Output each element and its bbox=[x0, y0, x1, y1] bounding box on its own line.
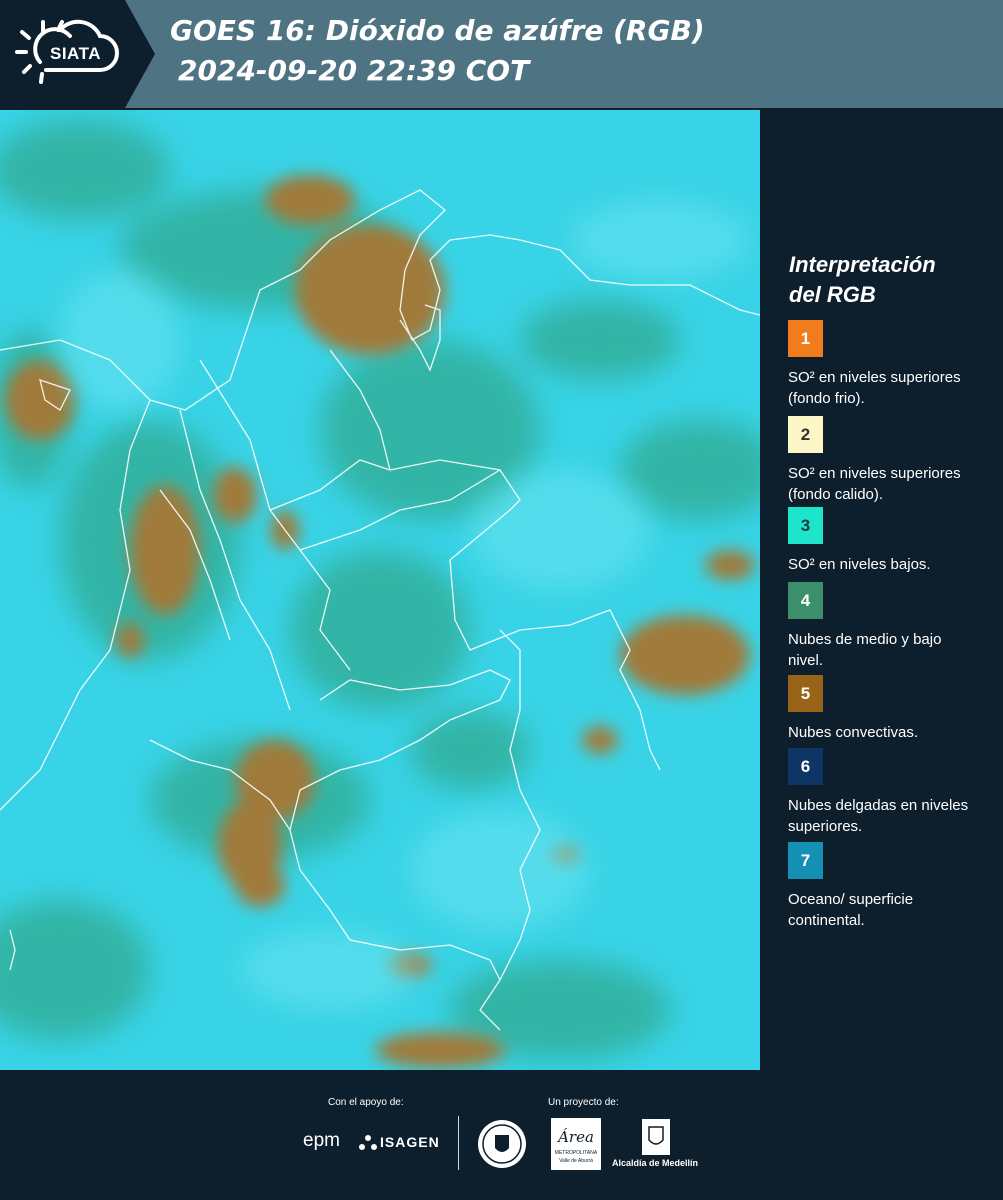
legend-item: 1 SO² en niveles superiores (fondo frio)… bbox=[788, 320, 988, 409]
legend-swatch: 1 bbox=[788, 320, 823, 357]
legend-label: Oceano/ superficie continental. bbox=[788, 891, 914, 929]
legend-item: 4 Nubes de medio y bajo nivel. bbox=[788, 582, 988, 671]
legend-label: Nubes delgadas en niveles superiores. bbox=[788, 797, 969, 835]
legend-item: 2 SO² en niveles superiores (fondo calid… bbox=[788, 416, 988, 505]
legend-swatch: 4 bbox=[788, 582, 823, 619]
legend-label: Nubes convectivas. bbox=[788, 724, 919, 741]
epm-logo: epm bbox=[303, 1130, 340, 1151]
satellite-image bbox=[0, 110, 760, 1070]
legend-title-line1: Interpretación bbox=[789, 252, 936, 277]
legend-label: Nubes de medio y bajo nivel. bbox=[788, 631, 942, 669]
area-logo-main: Área bbox=[558, 1128, 594, 1146]
isagen-logo: ISAGEN bbox=[380, 1134, 440, 1150]
isagen-icon bbox=[359, 1135, 377, 1150]
area-logo-sub2: Valle de Aburrá bbox=[559, 1158, 593, 1164]
siata-logo: SIATA bbox=[0, 0, 155, 108]
footer: Con el apoyo de: Un proyecto de: epm ISA… bbox=[0, 1070, 1003, 1200]
project-label: Un proyecto de: bbox=[548, 1097, 619, 1108]
alcaldia-shield-icon bbox=[642, 1119, 670, 1155]
legend-swatch: 2 bbox=[788, 416, 823, 453]
legend-swatch: 6 bbox=[788, 748, 823, 785]
footer-divider bbox=[458, 1116, 459, 1170]
header-bar: SIATA GOES 16: Dióxido de azúfre (RGB) 2… bbox=[0, 0, 1003, 108]
support-label: Con el apoyo de: bbox=[328, 1097, 404, 1108]
satellite-map bbox=[0, 110, 760, 1070]
legend-title: Interpretación del RGB bbox=[789, 250, 989, 310]
legend-label: SO² en niveles bajos. bbox=[788, 556, 931, 573]
medellin-seal-icon bbox=[478, 1120, 526, 1168]
legend-swatch: 3 bbox=[788, 507, 823, 544]
area-metropolitana-logo: Área METROPOLITANA Valle de Aburrá bbox=[551, 1118, 601, 1170]
legend-item: 7 Oceano/ superficie continental. bbox=[788, 842, 988, 931]
legend-swatch: 7 bbox=[788, 842, 823, 879]
area-logo-sub1: METROPOLITANA bbox=[554, 1150, 598, 1156]
legend-item: 6 Nubes delgadas en niveles superiores. bbox=[788, 748, 988, 837]
logo-text: SIATA bbox=[50, 44, 101, 63]
rgb-legend: Interpretación del RGB 1 SO² en niveles … bbox=[760, 110, 1003, 1070]
page-timestamp: 2024-09-20 22:39 COT bbox=[178, 54, 530, 87]
page-title: GOES 16: Dióxido de azúfre (RGB) bbox=[170, 14, 705, 47]
legend-label: SO² en niveles superiores (fondo calido)… bbox=[788, 465, 961, 503]
alcaldia-label: Alcaldía de Medellín bbox=[612, 1158, 699, 1168]
legend-swatch: 5 bbox=[788, 675, 823, 712]
legend-label: SO² en niveles superiores (fondo frio). bbox=[788, 369, 961, 407]
legend-item: 5 Nubes convectivas. bbox=[788, 675, 988, 743]
legend-title-line2: del RGB bbox=[789, 282, 876, 307]
legend-item: 3 SO² en niveles bajos. bbox=[788, 507, 988, 575]
